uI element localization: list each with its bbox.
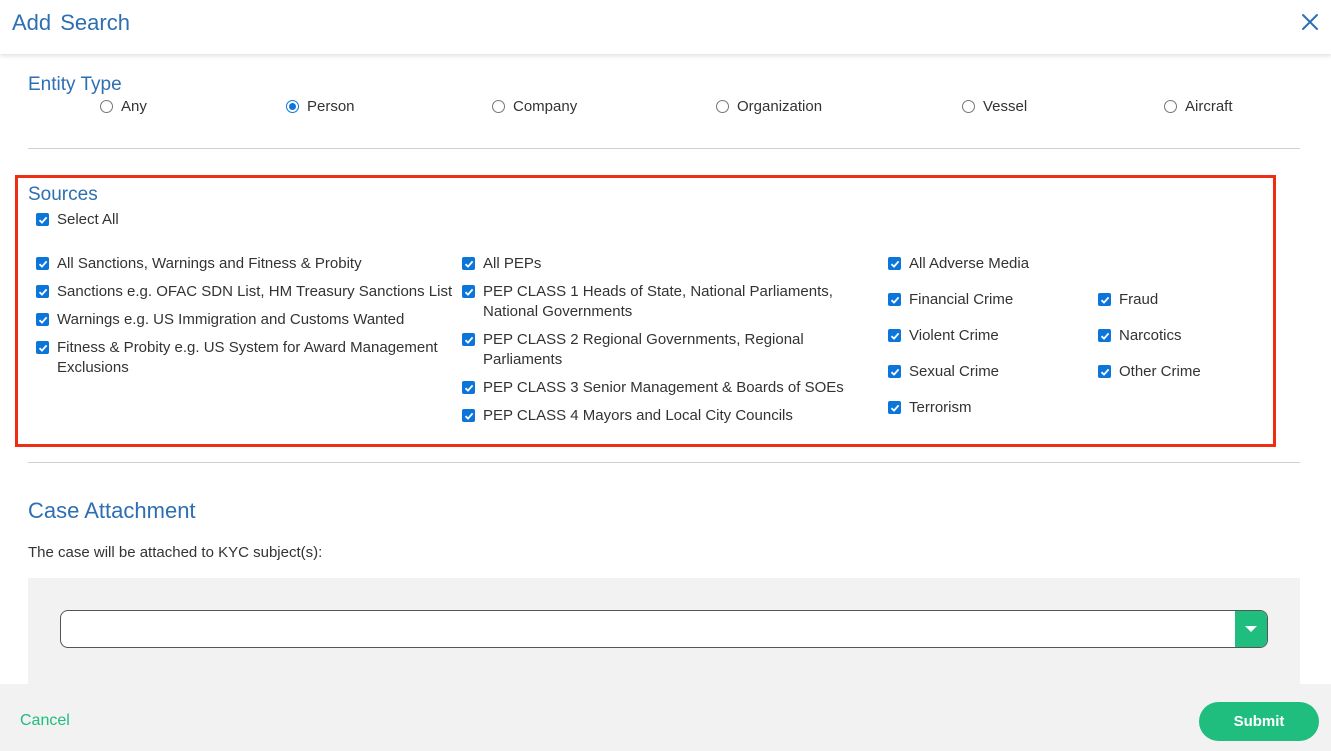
select-all-checkbox[interactable]: Select All	[36, 210, 119, 230]
pep-class-2-checkbox[interactable]: PEP CLASS 2 Regional Governments, Region…	[462, 330, 804, 370]
sexual-crime-checkbox[interactable]: Sexual Crime	[888, 362, 999, 382]
pep-class-1-checkbox[interactable]: PEP CLASS 1 Heads of State, National Par…	[462, 282, 833, 322]
checkbox-label-text: PEP CLASS 2 Regional Governments, Region…	[483, 330, 804, 370]
dialog-footer	[0, 684, 1331, 751]
chevron-down-icon[interactable]	[1235, 611, 1267, 647]
radio-aircraft[interactable]: Aircraft	[1164, 98, 1233, 115]
radio-label: Organization	[737, 98, 823, 115]
checkbox-label: Select All	[57, 211, 119, 228]
dialog-title: Add Search	[12, 10, 130, 35]
all-peps-checkbox[interactable]: All PEPs	[462, 254, 541, 274]
dialog-header: Add Search	[0, 0, 1331, 54]
checkbox-checked-icon[interactable]	[1098, 365, 1111, 378]
violent-crime-checkbox[interactable]: Violent Crime	[888, 326, 999, 346]
radio-indicator[interactable]	[1164, 100, 1177, 113]
radio-label: Vessel	[983, 98, 1028, 115]
divider	[28, 148, 1300, 149]
kyc-subject-select[interactable]	[60, 610, 1268, 648]
checkbox-checked-icon[interactable]	[36, 257, 49, 270]
radio-indicator[interactable]	[286, 100, 299, 113]
all-sanctions-checkbox[interactable]: All Sanctions, Warnings and Fitness & Pr…	[36, 254, 362, 274]
checkbox-label-line: National Governments	[483, 303, 633, 320]
warnings-checkbox[interactable]: Warnings e.g. US Immigration and Customs…	[36, 310, 404, 330]
checkbox-label: Financial Crime	[909, 291, 1014, 308]
financial-crime-checkbox[interactable]: Financial Crime	[888, 290, 1013, 310]
sanctions-checkbox[interactable]: Sanctions e.g. OFAC SDN List, HM Treasur…	[36, 282, 452, 302]
radio-company[interactable]: Company	[492, 98, 577, 115]
checkbox-label-text: PEP CLASS 1 Heads of State, National Par…	[483, 282, 833, 322]
checkbox-label: PEP CLASS 4 Mayors and Local City Counci…	[483, 407, 793, 424]
radio-indicator[interactable]	[962, 100, 975, 113]
close-icon[interactable]	[1299, 11, 1321, 33]
pep-class-3-checkbox[interactable]: PEP CLASS 3 Senior Management & Boards o…	[462, 378, 844, 398]
checkbox-label: All PEPs	[483, 255, 542, 272]
checkbox-label-line: PEP CLASS 2 Regional Governments, Region…	[483, 331, 804, 348]
checkbox-label-line: Exclusions	[57, 359, 129, 376]
radio-label: Aircraft	[1185, 98, 1233, 115]
checkbox-label-line: Fitness & Probity e.g. US System for Awa…	[57, 339, 438, 356]
sources-title: Sources	[28, 184, 98, 205]
pep-class-4-checkbox[interactable]: PEP CLASS 4 Mayors and Local City Counci…	[462, 406, 793, 426]
case-attachment-note: The case will be attached to KYC subject…	[28, 544, 323, 561]
checkbox-checked-icon[interactable]	[462, 285, 475, 298]
checkbox-label: Violent Crime	[909, 327, 999, 344]
checkbox-checked-icon[interactable]	[462, 333, 475, 346]
radio-label: Company	[513, 98, 578, 115]
radio-indicator[interactable]	[716, 100, 729, 113]
radio-organization[interactable]: Organization	[716, 98, 822, 115]
checkbox-checked-icon[interactable]	[36, 341, 49, 354]
checkbox-checked-icon[interactable]	[888, 257, 901, 270]
checkbox-checked-icon[interactable]	[462, 257, 475, 270]
checkbox-label: Sanctions e.g. OFAC SDN List, HM Treasur…	[57, 283, 453, 300]
cancel-button[interactable]: Cancel	[20, 712, 70, 730]
checkbox-checked-icon[interactable]	[1098, 293, 1111, 306]
checkbox-checked-icon[interactable]	[888, 365, 901, 378]
checkbox-checked-icon[interactable]	[462, 409, 475, 422]
checkbox-label: Warnings e.g. US Immigration and Customs…	[57, 311, 405, 328]
radio-label: Any	[121, 98, 147, 115]
checkbox-label-line: PEP CLASS 1 Heads of State, National Par…	[483, 283, 833, 300]
checkbox-checked-icon[interactable]	[888, 329, 901, 342]
radio-any[interactable]: Any	[100, 98, 147, 115]
all-adverse-media-checkbox[interactable]: All Adverse Media	[888, 254, 1029, 274]
checkbox-label-text: Fitness & Probity e.g. US System for Awa…	[57, 338, 438, 378]
radio-indicator[interactable]	[492, 100, 505, 113]
checkbox-label: PEP CLASS 3 Senior Management & Boards o…	[483, 379, 844, 396]
terrorism-checkbox[interactable]: Terrorism	[888, 398, 972, 418]
radio-vessel[interactable]: Vessel	[962, 98, 1027, 115]
submit-button[interactable]: Submit	[1199, 702, 1319, 741]
checkbox-checked-icon[interactable]	[36, 313, 49, 326]
checkbox-checked-icon[interactable]	[888, 293, 901, 306]
checkbox-checked-icon[interactable]	[888, 401, 901, 414]
radio-indicator[interactable]	[100, 100, 113, 113]
checkbox-label: Sexual Crime	[909, 363, 1000, 380]
case-attachment-title: Case Attachment	[28, 498, 196, 523]
divider	[28, 462, 1300, 463]
checkbox-checked-icon[interactable]	[462, 381, 475, 394]
other-crime-checkbox[interactable]: Other Crime	[1098, 362, 1201, 382]
checkbox-checked-icon[interactable]	[36, 285, 49, 298]
checkbox-label: Narcotics	[1119, 327, 1182, 344]
checkbox-checked-icon[interactable]	[36, 213, 49, 226]
checkbox-label-line: Parliaments	[483, 351, 563, 368]
radio-person[interactable]: Person	[286, 98, 355, 115]
checkbox-checked-icon[interactable]	[1098, 329, 1111, 342]
checkbox-label: Terrorism	[909, 399, 972, 416]
radio-label: Person	[307, 98, 355, 115]
checkbox-label: Other Crime	[1119, 363, 1201, 380]
fraud-checkbox[interactable]: Fraud	[1098, 290, 1158, 310]
entity-type-title: Entity Type	[28, 74, 122, 95]
fitness-probity-checkbox[interactable]: Fitness & Probity e.g. US System for Awa…	[36, 338, 438, 378]
checkbox-label: Fraud	[1119, 291, 1159, 308]
checkbox-label: All Adverse Media	[909, 255, 1030, 272]
checkbox-label: All Sanctions, Warnings and Fitness & Pr…	[57, 255, 362, 272]
narcotics-checkbox[interactable]: Narcotics	[1098, 326, 1182, 346]
